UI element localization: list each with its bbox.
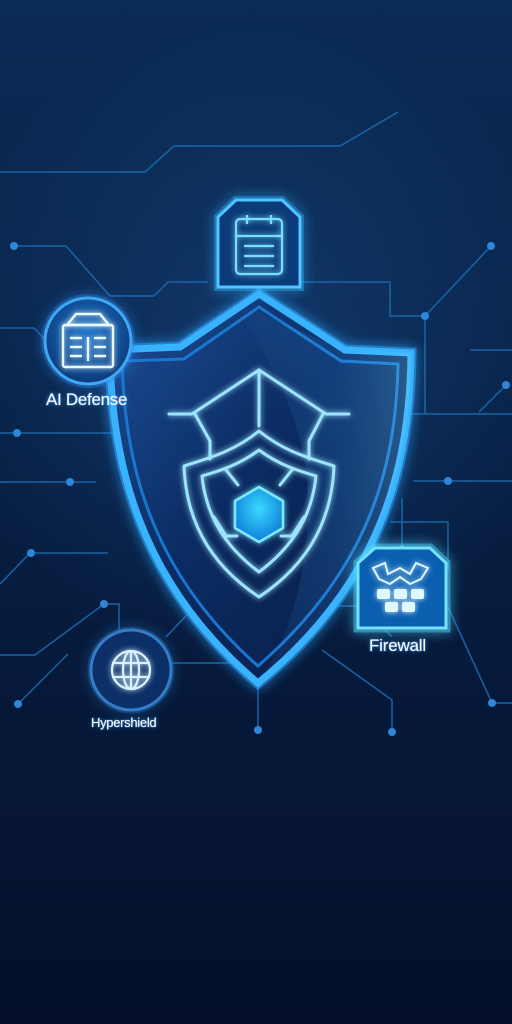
circuit-node bbox=[488, 699, 496, 707]
circuit-line bbox=[14, 245, 208, 297]
firewall-icon-brick bbox=[377, 589, 390, 599]
circuit-node bbox=[444, 477, 452, 485]
hypershield-node bbox=[87, 626, 175, 714]
circuit-node bbox=[10, 242, 18, 250]
ai-defense-node bbox=[41, 294, 135, 388]
firewall-node bbox=[353, 543, 451, 633]
circuit-line bbox=[0, 552, 108, 585]
circuit-node bbox=[100, 600, 108, 608]
circuit-node bbox=[13, 429, 21, 437]
diagram-canvas bbox=[0, 111, 512, 736]
ai-defense-label: AI Defense bbox=[46, 390, 128, 409]
top-node bbox=[214, 196, 304, 291]
firewall-icon-brick bbox=[394, 589, 407, 599]
circuit-line bbox=[293, 245, 492, 317]
circuit-line bbox=[0, 111, 399, 173]
circuit-node bbox=[421, 312, 429, 320]
circuit-node bbox=[388, 728, 396, 736]
firewall-icon-brick bbox=[385, 602, 398, 612]
circuit-node bbox=[66, 478, 74, 486]
firewall-node-frame bbox=[356, 546, 448, 630]
circuit-node bbox=[487, 242, 495, 250]
circuit-node bbox=[502, 381, 510, 389]
circuit-line bbox=[478, 384, 507, 413]
hypershield-label: Hypershield bbox=[91, 715, 157, 730]
firewall-icon-brick bbox=[411, 589, 424, 599]
circuit-line bbox=[424, 316, 512, 415]
circuit-line bbox=[447, 606, 512, 704]
circuit-node bbox=[14, 700, 22, 708]
circuit-node bbox=[27, 549, 35, 557]
firewall-label: Firewall bbox=[369, 636, 426, 655]
circuit-line bbox=[321, 649, 393, 732]
circuit-line bbox=[17, 653, 69, 705]
circuit-node bbox=[254, 726, 262, 734]
security-diagram: AI Defense Firewall Hypershield bbox=[0, 0, 512, 1024]
firewall-icon-brick bbox=[402, 602, 415, 612]
